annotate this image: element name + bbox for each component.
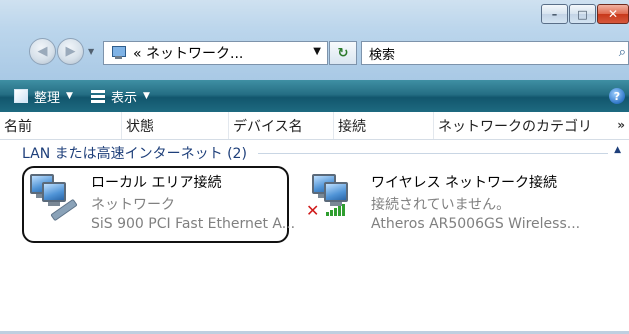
item-device: Atheros AR5006GS Wireless... <box>371 216 581 232</box>
view-label: 表示 <box>110 90 137 106</box>
item-status: 接続されていません。 <box>371 197 511 213</box>
address-bar[interactable]: « ネットワーク... ▼ <box>103 41 328 65</box>
forward-button[interactable]: ▶ <box>57 38 84 65</box>
column-name[interactable]: 名前 <box>0 112 121 139</box>
network-connection-icon <box>26 172 80 222</box>
maximize-button[interactable]: □ <box>569 4 596 24</box>
command-bar: 整理 ▼ 表示 ▼ ? <box>0 80 629 112</box>
minimize-button[interactable]: – <box>541 4 568 24</box>
group-header[interactable]: LAN または高速インターネット (2) ▲ <box>0 140 629 164</box>
group-divider <box>258 153 608 154</box>
view-icon <box>90 89 105 103</box>
column-network-category[interactable]: ネットワークのカテゴリ <box>433 112 605 139</box>
recent-pages-dropdown-icon[interactable]: ▼ <box>88 47 94 56</box>
network-connections-window: – □ ✕ ◀ ▶ ▼ « ネットワーク... ▼ ↻ 検索 ⌕ 整理 ▼ 表示… <box>0 0 629 334</box>
maximize-icon: □ <box>577 7 588 21</box>
close-icon: ✕ <box>607 7 619 21</box>
item-name: ローカル エリア接続 <box>91 175 222 191</box>
search-input[interactable]: 検索 ⌕ <box>361 41 629 65</box>
refresh-icon: ↻ <box>337 45 349 61</box>
chevron-down-icon: ▼ <box>66 91 73 101</box>
wireless-connection-icon: ✕ <box>306 172 360 220</box>
address-breadcrumb[interactable]: « ネットワーク... <box>133 43 243 63</box>
column-device-name[interactable]: デバイス名 <box>228 112 333 139</box>
back-button[interactable]: ◀ <box>29 38 56 65</box>
search-icon[interactable]: ⌕ <box>619 45 626 60</box>
chevron-down-icon: ▼ <box>142 91 150 101</box>
view-menu-button[interactable]: 表示 ▼ <box>90 87 150 106</box>
help-icon: ? <box>613 89 621 103</box>
forward-arrow-icon: ▶ <box>65 44 76 59</box>
network-folder-icon <box>109 45 127 61</box>
window-controls: – □ ✕ <box>540 4 629 26</box>
close-button[interactable]: ✕ <box>597 4 629 24</box>
refresh-button[interactable]: ↻ <box>329 41 357 65</box>
search-placeholder: 検索 <box>369 47 396 63</box>
column-connection[interactable]: 接続 <box>333 112 433 139</box>
signal-strength-icon <box>326 204 346 216</box>
column-status[interactable]: 状態 <box>121 112 228 139</box>
minimize-icon: – <box>551 7 558 21</box>
organize-label: 整理 <box>34 90 61 106</box>
address-dropdown-icon[interactable]: ▼ <box>313 46 321 57</box>
group-label: LAN または高速インターネット (2) <box>22 146 247 162</box>
back-arrow-icon: ◀ <box>37 44 48 59</box>
help-button[interactable]: ? <box>609 88 625 104</box>
title-bar: – □ ✕ ◀ ▶ ▼ « ネットワーク... ▼ ↻ 検索 ⌕ <box>0 0 629 80</box>
disconnected-x-icon: ✕ <box>306 201 320 220</box>
organize-menu-button[interactable]: 整理 ▼ <box>14 87 73 106</box>
item-name: ワイヤレス ネットワーク接続 <box>371 175 558 191</box>
organize-icon <box>14 89 28 103</box>
collapse-group-icon[interactable]: ▲ <box>614 145 621 155</box>
more-columns-icon[interactable]: » <box>617 118 625 132</box>
item-status: ネットワーク <box>91 197 175 213</box>
column-header: 名前 状態 デバイス名 接続 ネットワークのカテゴリ » <box>0 112 629 140</box>
item-device: SiS 900 PCI Fast Ethernet A... <box>91 216 296 232</box>
